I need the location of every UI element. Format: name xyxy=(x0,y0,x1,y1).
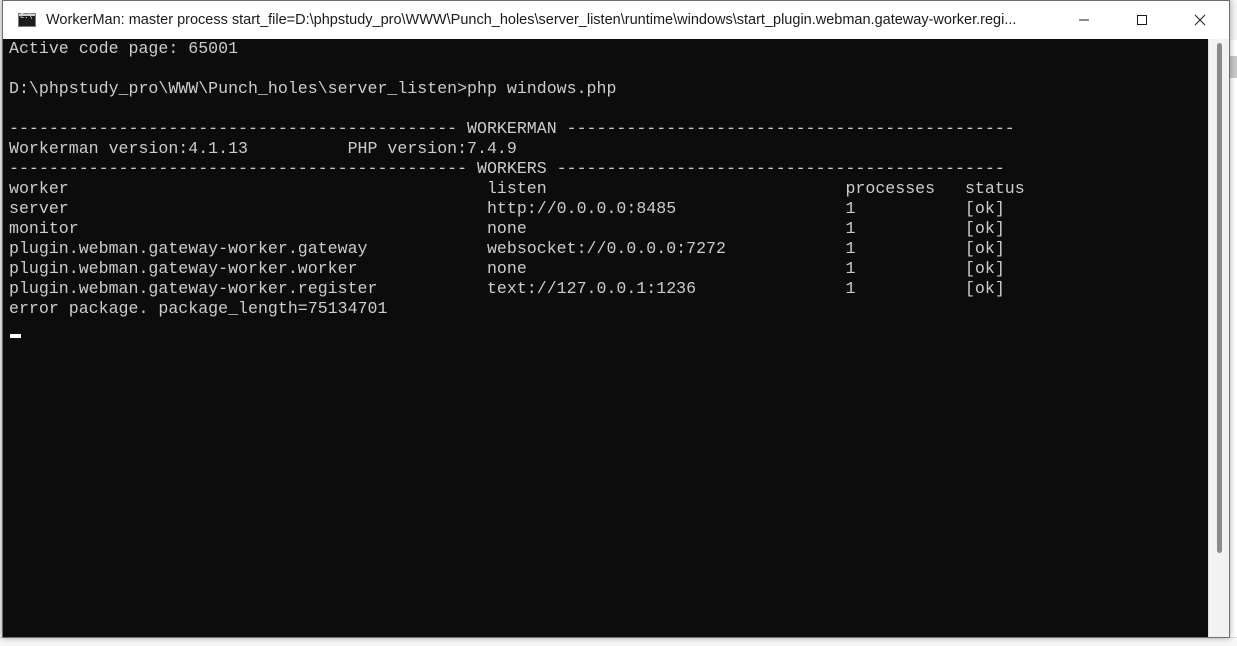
background-app-bottom-edge xyxy=(0,637,1237,646)
console-line: plugin.webman.gateway-worker.worker none… xyxy=(9,259,1005,278)
console-line: ----------------------------------------… xyxy=(9,159,1005,178)
console-window[interactable]: WorkerMan: master process start_file=D:\… xyxy=(2,0,1230,638)
window-title: WorkerMan: master process start_file=D:\… xyxy=(46,12,1017,28)
console-line: plugin.webman.gateway-worker.gateway web… xyxy=(9,239,1005,258)
console-app-icon[interactable] xyxy=(18,12,36,27)
console-line: ----------------------------------------… xyxy=(9,119,1015,138)
console-line: monitor none 1 [ok] xyxy=(9,219,1005,238)
console-output: Active code page: 65001 D:\phpstudy_pro\… xyxy=(9,39,1025,319)
vertical-scrollbar[interactable] xyxy=(1208,39,1229,637)
console-line: server http://0.0.0.0:8485 1 [ok] xyxy=(9,199,1005,218)
close-icon xyxy=(1194,14,1206,26)
window-controls xyxy=(1055,1,1229,39)
close-button[interactable] xyxy=(1171,1,1229,39)
maximize-button[interactable] xyxy=(1113,1,1171,39)
console-line: plugin.webman.gateway-worker.register te… xyxy=(9,279,1005,298)
minimize-icon xyxy=(1079,19,1089,21)
maximize-icon xyxy=(1137,15,1147,25)
console-line: Workerman version:4.1.13 PHP version:7.4… xyxy=(9,139,517,158)
console-line: Active code page: 65001 xyxy=(9,39,239,58)
minimize-button[interactable] xyxy=(1055,1,1113,39)
console-line: worker listen processes status xyxy=(9,179,1025,198)
scrollbar-thumb[interactable] xyxy=(1217,43,1222,553)
console-line: D:\phpstudy_pro\WWW\Punch_holes\server_l… xyxy=(9,79,617,98)
text-cursor xyxy=(10,334,21,338)
console-output-area[interactable]: Active code page: 65001 D:\phpstudy_pro\… xyxy=(3,39,1209,637)
console-line: error package. package_length=75134701 xyxy=(9,299,388,318)
background-app-glyph xyxy=(1229,56,1237,78)
title-bar[interactable]: WorkerMan: master process start_file=D:\… xyxy=(3,1,1229,39)
